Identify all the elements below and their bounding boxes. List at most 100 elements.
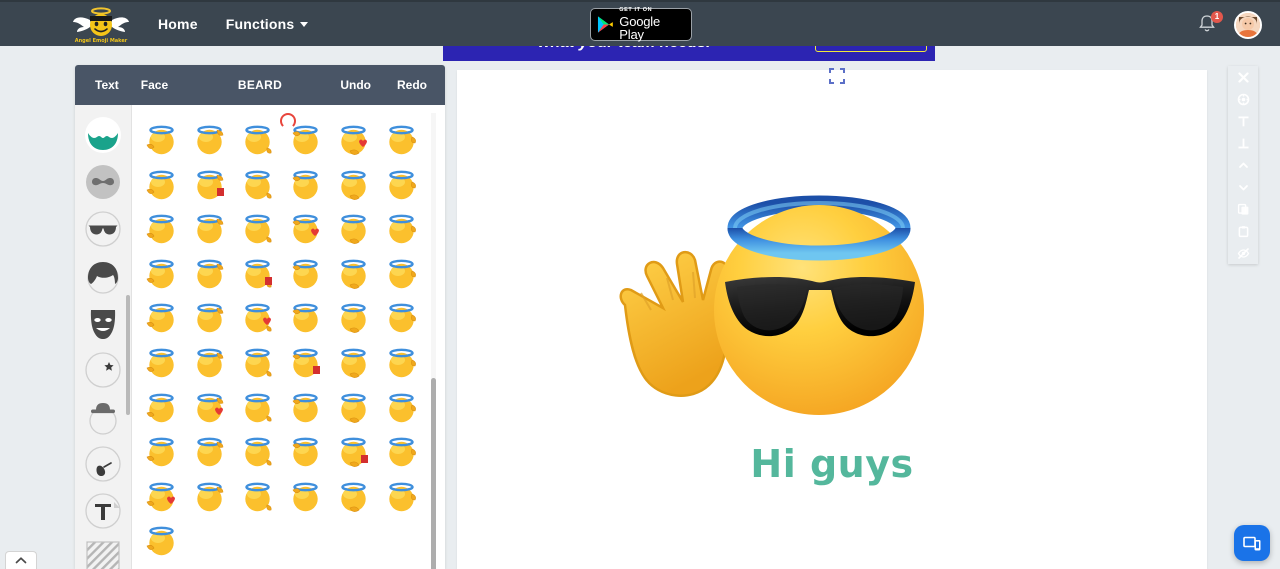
rail-scrollbar-thumb[interactable]	[126, 295, 130, 415]
emoji-thumbnail[interactable]	[186, 435, 234, 468]
emoji-thumbnail[interactable]	[186, 123, 234, 156]
thumbnail-emoji-icon	[146, 259, 175, 288]
tool-rotate-button[interactable]	[1228, 88, 1258, 110]
emoji-thumbnail[interactable]	[234, 391, 282, 424]
emoji-thumbnail[interactable]	[138, 524, 186, 557]
nav-link-functions[interactable]: Functions	[226, 16, 309, 32]
align-bottom-icon	[1238, 138, 1248, 148]
app-logo[interactable]: Angel Emoji Maker	[72, 4, 130, 44]
emoji-thumbnail[interactable]	[281, 480, 329, 513]
emoji-thumbnail[interactable]	[281, 391, 329, 424]
notifications-button[interactable]: 1	[1198, 11, 1223, 36]
emoji-canvas[interactable]: Hi guys	[457, 68, 1207, 569]
rail-item-mole[interactable]	[81, 348, 125, 392]
emoji-thumbnail[interactable]	[377, 435, 425, 468]
emoji-thumbnail[interactable]	[281, 212, 329, 245]
emoji-thumbnail[interactable]	[186, 257, 234, 290]
emoji-thumbnail[interactable]	[377, 212, 425, 245]
emoji-thumbnail[interactable]	[329, 123, 377, 156]
emoji-thumbnail[interactable]	[377, 480, 425, 513]
emoji-thumbnail[interactable]	[138, 212, 186, 245]
rail-item-sunglasses[interactable]	[81, 207, 125, 251]
emoji-thumbnail[interactable]	[138, 123, 186, 156]
emoji-thumbnail[interactable]	[138, 391, 186, 424]
rail-item-mask[interactable]	[81, 301, 125, 345]
emoji-thumbnail[interactable]	[281, 301, 329, 334]
tool-delete-button[interactable]	[1228, 66, 1258, 88]
emoji-thumbnail[interactable]	[281, 346, 329, 379]
rail-item-hair[interactable]	[81, 254, 125, 298]
emoji-thumbnail[interactable]	[329, 168, 377, 201]
emoji-thumbnail[interactable]	[186, 480, 234, 513]
emoji-thumbnail[interactable]	[186, 301, 234, 334]
toolbar-redo-button[interactable]: Redo	[397, 78, 427, 92]
align-top-icon	[1238, 116, 1248, 126]
emoji-thumbnail[interactable]	[377, 301, 425, 334]
resize-handle-icon[interactable]	[829, 68, 845, 84]
emoji-thumbnail[interactable]	[234, 212, 282, 245]
nav-link-home[interactable]: Home	[158, 16, 198, 32]
emoji-thumbnail[interactable]	[138, 168, 186, 201]
emoji-thumbnail[interactable]	[329, 346, 377, 379]
emoji-thumbnail[interactable]	[377, 346, 425, 379]
emoji-thumbnail[interactable]	[186, 168, 234, 201]
emoji-thumbnail[interactable]	[234, 168, 282, 201]
avatar[interactable]	[1234, 11, 1262, 39]
bottom-left-expand-tab[interactable]	[5, 551, 37, 569]
emoji-composition[interactable]	[607, 180, 957, 420]
emoji-thumbnail[interactable]	[138, 346, 186, 379]
thumbnail-emoji-icon	[388, 437, 416, 467]
emoji-thumbnail[interactable]	[234, 346, 282, 379]
emoji-thumbnail[interactable]	[138, 301, 186, 334]
emoji-thumbnail[interactable]	[329, 435, 377, 468]
emoji-thumbnail[interactable]	[281, 435, 329, 468]
rail-item-text[interactable]	[81, 489, 125, 533]
emoji-thumbnail[interactable]	[329, 212, 377, 245]
emoji-thumbnail[interactable]	[281, 123, 329, 156]
emoji-thumbnail[interactable]	[234, 301, 282, 334]
emoji-thumbnail[interactable]	[329, 480, 377, 513]
waving-hand	[619, 251, 730, 397]
rail-item-pattern[interactable]	[81, 536, 125, 569]
emoji-thumbnail[interactable]	[377, 123, 425, 156]
emoji-thumbnail[interactable]	[234, 123, 282, 156]
rail-item-mustache[interactable]	[81, 160, 125, 204]
tool-align-top-button[interactable]	[1228, 110, 1258, 132]
emoji-thumbnail[interactable]	[281, 257, 329, 290]
emoji-thumbnail[interactable]	[186, 212, 234, 245]
emoji-thumbnail[interactable]	[186, 391, 234, 424]
tool-copy-button[interactable]	[1228, 198, 1258, 220]
grid-scrollbar[interactable]	[429, 113, 437, 569]
toolbar-undo-button[interactable]: Undo	[340, 78, 371, 92]
toolbar-text-button[interactable]: Text	[95, 78, 119, 92]
ad-banner-cta-button[interactable]	[815, 46, 927, 52]
emoji-thumbnail[interactable]	[138, 257, 186, 290]
emoji-thumbnail[interactable]	[138, 435, 186, 468]
rail-item-goatee[interactable]	[81, 442, 125, 486]
emoji-thumbnail[interactable]	[329, 391, 377, 424]
emoji-thumbnail[interactable]	[329, 301, 377, 334]
tool-move-down-button[interactable]	[1228, 176, 1258, 198]
emoji-caption-text[interactable]: Hi guys	[457, 442, 1207, 486]
rail-item-beard[interactable]	[81, 113, 125, 157]
grid-scrollbar-thumb[interactable]	[431, 378, 436, 569]
tool-paste-button[interactable]	[1228, 220, 1258, 242]
rail-item-hat[interactable]	[81, 395, 125, 439]
emoji-thumbnail[interactable]	[234, 480, 282, 513]
emoji-thumbnail[interactable]	[186, 346, 234, 379]
emoji-thumbnail[interactable]	[377, 391, 425, 424]
toolbar-face-button[interactable]: Face	[141, 78, 168, 92]
emoji-thumbnail[interactable]	[234, 257, 282, 290]
responsive-preview-button[interactable]	[1234, 525, 1270, 561]
emoji-thumbnail[interactable]	[329, 257, 377, 290]
tool-move-up-button[interactable]	[1228, 154, 1258, 176]
emoji-thumbnail[interactable]	[377, 257, 425, 290]
emoji-thumbnail[interactable]	[234, 435, 282, 468]
emoji-thumbnail[interactable]	[377, 168, 425, 201]
google-play-badge[interactable]: GET IT ON Google Play	[590, 8, 692, 41]
tool-hide-button[interactable]	[1228, 242, 1258, 264]
advertisement-banner[interactable]: what your team needs.	[443, 46, 935, 61]
emoji-thumbnail[interactable]	[138, 480, 186, 513]
emoji-thumbnail[interactable]	[281, 168, 329, 201]
tool-align-bottom-button[interactable]	[1228, 132, 1258, 154]
